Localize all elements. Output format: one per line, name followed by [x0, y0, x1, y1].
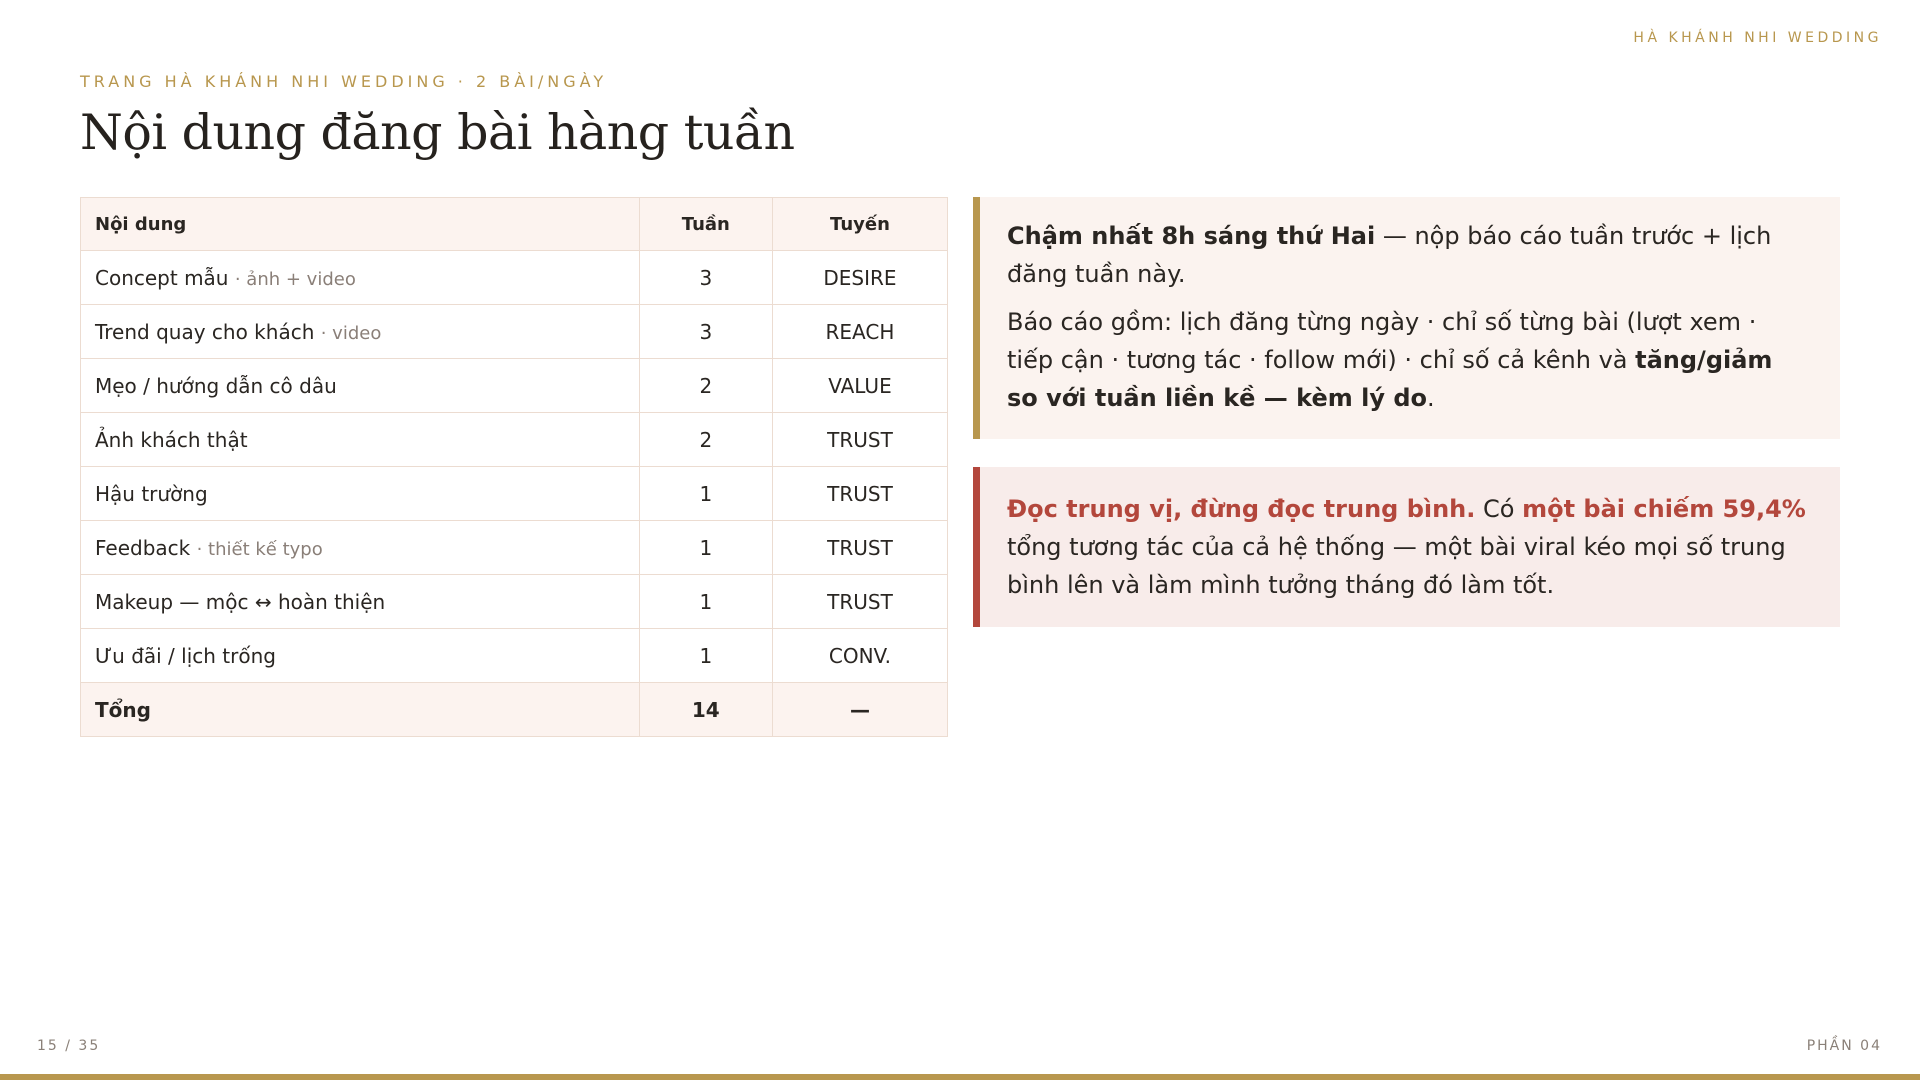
- row-content-cell: Concept mẫu · ảnh + video: [80, 250, 640, 305]
- row-content: Mẹo / hướng dẫn cô dâu: [95, 373, 337, 398]
- row-week: 1: [638, 574, 773, 629]
- median-callout: Đọc trung vị, đừng đọc trung bình. Có mộ…: [973, 467, 1840, 627]
- bottom-accent-rule: [0, 1074, 1920, 1080]
- section-label: PHẦN 04: [1806, 1038, 1882, 1054]
- row-content: Ảnh khách thật: [95, 427, 248, 452]
- table-row: Ưu đãi / lịch trống 1 CONV.: [80, 628, 949, 683]
- deadline-lead-bold: Chậm nhất 8h sáng thứ Hai: [1007, 222, 1376, 250]
- brand-label: HÀ KHÁNH NHI WEDDING: [1633, 30, 1882, 46]
- table-row: Makeup — mộc ↔ hoàn thiện 1 TRUST: [80, 574, 949, 629]
- table-row: Feedback · thiết kế typo 1 TRUST: [80, 520, 949, 575]
- deadline-lead: Chậm nhất 8h sáng thứ Hai — nộp báo cáo …: [1007, 217, 1810, 293]
- row-week: 1: [638, 628, 773, 683]
- row-content: Concept mẫu: [95, 265, 229, 290]
- row-content-cell: Mẹo / hướng dẫn cô dâu: [80, 358, 640, 413]
- page-number: 15 / 35: [37, 1038, 101, 1054]
- total-week: 14: [638, 682, 773, 737]
- table-total-row: Tổng 14 —: [80, 682, 949, 737]
- row-week: 1: [638, 520, 773, 575]
- table-row: Mẹo / hướng dẫn cô dâu 2 VALUE: [80, 358, 949, 413]
- row-week: 3: [638, 250, 773, 305]
- table-row: Hậu trường 1 TRUST: [80, 466, 949, 521]
- row-content: Feedback: [95, 535, 191, 560]
- median-rest: tổng tương tác của cả hệ thống — một bài…: [1007, 533, 1786, 599]
- row-content-cell: Trend quay cho khách · video: [80, 304, 640, 359]
- table-row: Trend quay cho khách · video 3 REACH: [80, 304, 949, 359]
- column-header-week: Tuần: [638, 197, 773, 251]
- row-week: 2: [638, 358, 773, 413]
- row-week: 3: [638, 304, 773, 359]
- deadline-body-end: .: [1427, 384, 1435, 412]
- median-mid: Có: [1475, 495, 1523, 523]
- table-header-row: Nội dung Tuần Tuyến: [80, 197, 949, 251]
- row-note: · video: [320, 322, 382, 344]
- total-track: —: [771, 682, 949, 737]
- row-content-cell: Ưu đãi / lịch trống: [80, 628, 640, 683]
- total-label: Tổng: [80, 682, 640, 737]
- row-week: 2: [638, 412, 773, 467]
- row-track: VALUE: [771, 358, 949, 413]
- row-track: DESIRE: [771, 250, 949, 305]
- row-content: Hậu trường: [95, 481, 208, 506]
- row-track: CONV.: [771, 628, 949, 683]
- column-header-track: Tuyến: [771, 197, 949, 251]
- row-content: Makeup — mộc ↔ hoàn thiện: [95, 589, 386, 614]
- row-content: Trend quay cho khách: [95, 319, 315, 344]
- row-week: 1: [638, 466, 773, 521]
- deadline-callout: Chậm nhất 8h sáng thứ Hai — nộp báo cáo …: [973, 197, 1840, 439]
- median-text: Đọc trung vị, đừng đọc trung bình. Có mộ…: [1007, 490, 1810, 604]
- median-lead-bold: Đọc trung vị, đừng đọc trung bình.: [1007, 495, 1476, 523]
- row-track: TRUST: [771, 520, 949, 575]
- page-title: Nội dung đăng bài hàng tuần: [80, 104, 795, 161]
- row-track: REACH: [771, 304, 949, 359]
- section-eyebrow: TRANG HÀ KHÁNH NHI WEDDING · 2 BÀI/NGÀY: [80, 72, 608, 91]
- row-content-cell: Ảnh khách thật: [80, 412, 640, 467]
- row-track: TRUST: [771, 466, 949, 521]
- row-content-cell: Hậu trường: [80, 466, 640, 521]
- median-highlight: một bài chiếm 59,4%: [1522, 495, 1806, 523]
- row-track: TRUST: [771, 574, 949, 629]
- row-note: · thiết kế typo: [196, 538, 323, 560]
- row-content: Ưu đãi / lịch trống: [95, 643, 276, 668]
- deadline-body: Báo cáo gồm: lịch đăng từng ngày · chỉ s…: [1007, 303, 1810, 417]
- column-header-content: Nội dung: [80, 197, 640, 251]
- table-row: Ảnh khách thật 2 TRUST: [80, 412, 949, 467]
- row-note: · ảnh + video: [234, 268, 356, 290]
- row-track: TRUST: [771, 412, 949, 467]
- table-row: Concept mẫu · ảnh + video 3 DESIRE: [80, 250, 949, 305]
- row-content-cell: Feedback · thiết kế typo: [80, 520, 640, 575]
- row-content-cell: Makeup — mộc ↔ hoàn thiện: [80, 574, 640, 629]
- weekly-content-table: Nội dung Tuần Tuyến Concept mẫu · ảnh + …: [80, 197, 949, 737]
